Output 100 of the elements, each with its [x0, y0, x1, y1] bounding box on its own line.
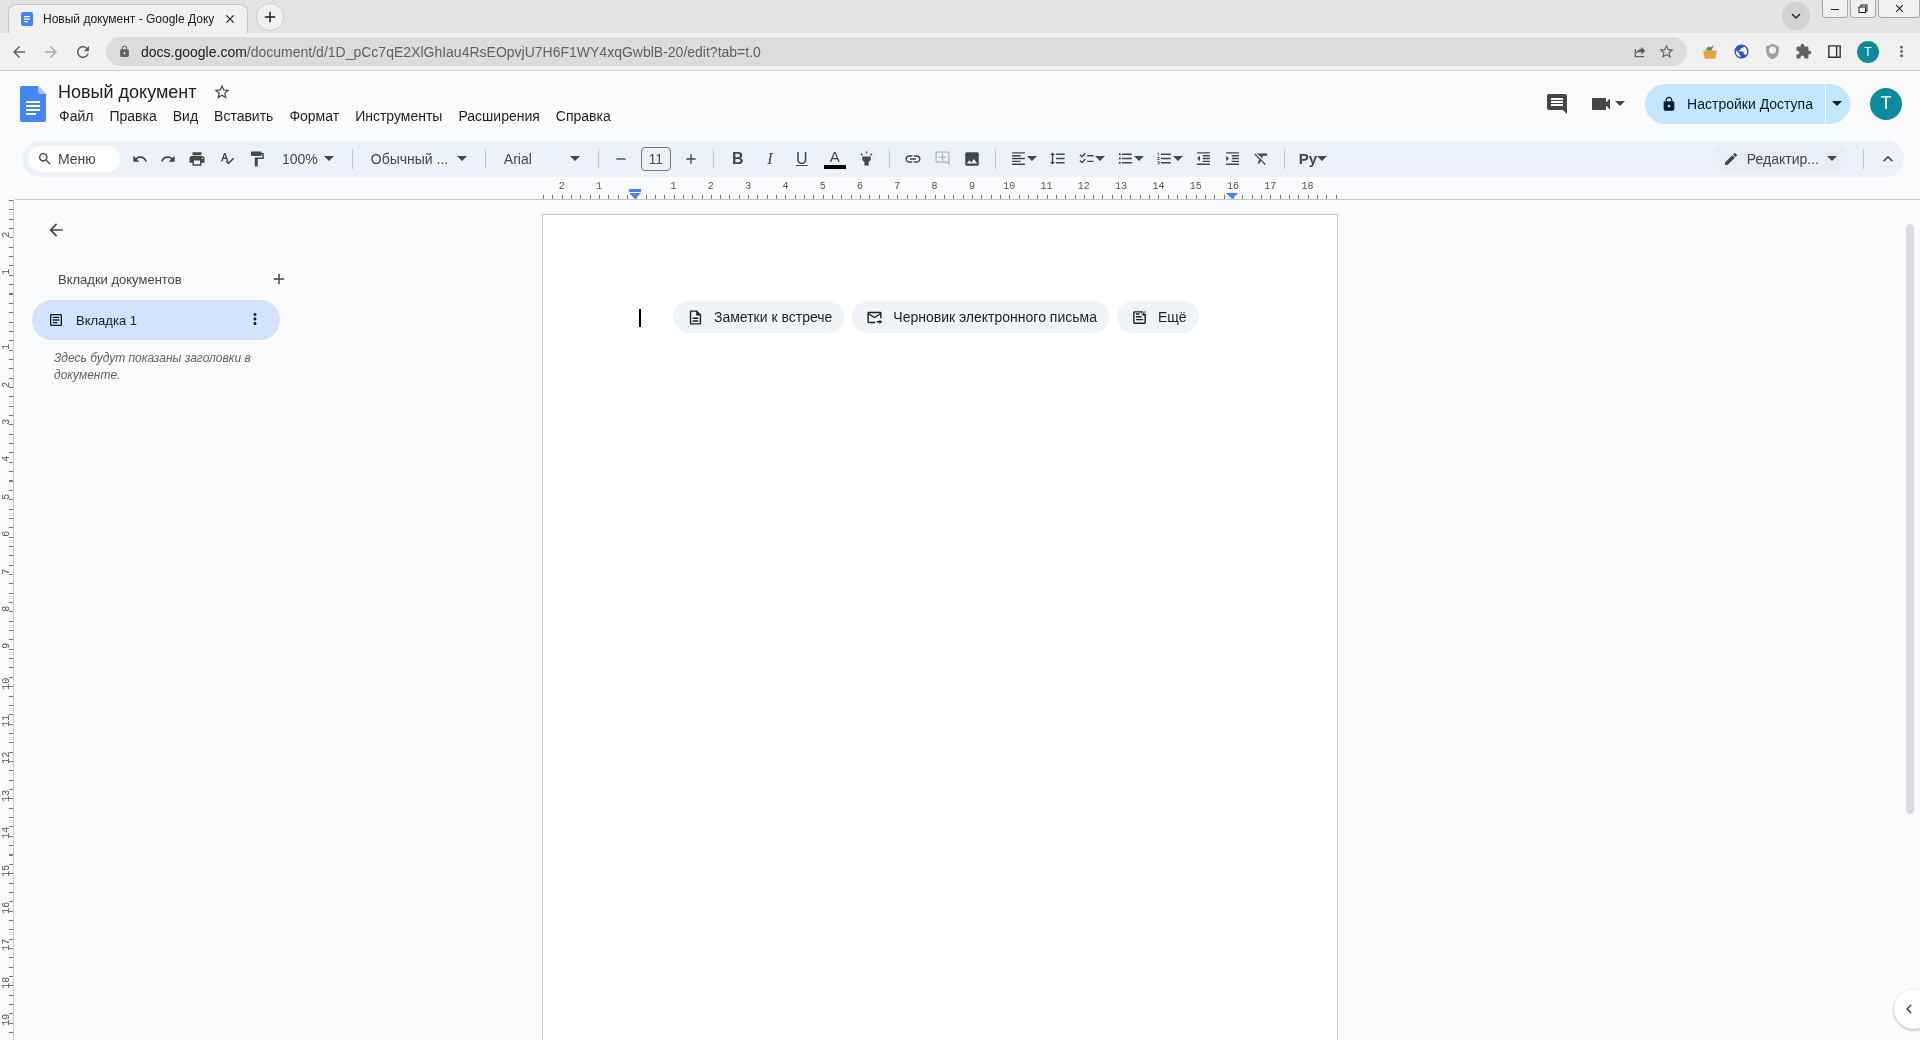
caret-icon: [1832, 101, 1842, 106]
ruler-number: 3: [745, 181, 752, 193]
docs-logo-icon[interactable]: [20, 85, 46, 122]
ruler-number: 7: [0, 567, 13, 577]
zoom-dropdown[interactable]: 100%: [278, 150, 338, 167]
ruler-number: 4: [0, 455, 13, 465]
document-icon: [48, 312, 64, 328]
template-chip[interactable]: Заметки к встрече: [673, 301, 845, 333]
document-page[interactable]: Заметки к встрече Черновик электронного письма Ещё: [542, 214, 1338, 1040]
text-color-button[interactable]: A: [823, 148, 846, 169]
ruler-number: 11: [0, 714, 13, 728]
ruler-number: 12: [1077, 181, 1090, 193]
ruler-number: 16: [1227, 181, 1239, 193]
menu-item[interactable]: Вставить: [206, 105, 282, 126]
menu-item[interactable]: Файл: [58, 105, 102, 126]
restore-button[interactable]: [1850, 0, 1876, 18]
outline-hint: Здесь будут показаны заголовки в документе.: [54, 350, 252, 384]
caret-icon: [1172, 156, 1183, 161]
document-tab[interactable]: Вкладка 1: [32, 300, 280, 340]
bold-button[interactable]: B: [727, 149, 748, 168]
ruler-number: 17: [1264, 181, 1277, 193]
profile-avatar[interactable]: T: [1857, 40, 1879, 63]
puzzle-icon[interactable]: [1795, 43, 1812, 60]
ruler-number: 17: [0, 938, 13, 952]
menu-item[interactable]: Формат: [281, 105, 348, 126]
account-avatar[interactable]: T: [1870, 87, 1902, 120]
caret-icon: [456, 156, 467, 161]
right-indent-marker[interactable]: [1226, 193, 1238, 199]
horizontal-ruler[interactable]: 2 1 1 2 3 4 5 6 7 8 9 10 11 12 13 14 15 16 17 18: [543, 181, 1339, 199]
ruler-number: 6: [857, 181, 864, 193]
restore-icon[interactable]: [1857, 2, 1869, 15]
side-panel-icon[interactable]: [1826, 43, 1843, 60]
tabs-heading: Вкладки документов: [58, 271, 182, 287]
outdent-icon[interactable]: [1194, 150, 1212, 167]
new-tab-button[interactable]: [256, 3, 284, 31]
caret-icon: [1133, 156, 1144, 161]
numbered-list-dropdown[interactable]: [1155, 150, 1183, 167]
extension-drawing[interactable]: [1701, 42, 1719, 61]
scrollbar[interactable]: [1906, 224, 1914, 814]
caret-icon: [1094, 156, 1105, 161]
ruler-number: 19: [0, 1013, 13, 1027]
menu-item[interactable]: Вид: [164, 105, 207, 126]
ruler-number: 5: [819, 181, 826, 193]
ruler-number: 15: [0, 863, 13, 877]
image-icon[interactable]: [962, 149, 981, 168]
ruler-number: 10: [0, 676, 13, 690]
document-title[interactable]: Новый документ: [58, 81, 197, 103]
underline-button[interactable]: U: [791, 149, 812, 168]
align-dropdown[interactable]: [1009, 150, 1037, 167]
caret-icon: [569, 156, 580, 161]
template-chip[interactable]: Черновик электронного письма: [852, 301, 1109, 333]
ruler-number: 2: [707, 181, 714, 193]
ruler-number: 16: [0, 901, 13, 915]
ruler-number: 5: [0, 492, 13, 502]
input-tools-dropdown[interactable]: Pу: [1298, 150, 1328, 167]
ruler-number: 10: [1003, 181, 1016, 193]
menu-item[interactable]: Правка: [101, 105, 165, 126]
caret-icon: [323, 156, 334, 161]
pencil-icon: [1722, 150, 1739, 167]
print-icon[interactable]: [188, 149, 206, 168]
ruler-number: 3: [0, 417, 13, 427]
url-text: docs.google.com/document/d/1D_pCc7qE2XlGhIau4RsEOpvjU7H6F1WY4xqGwblB-20/edit?tab=t.0: [141, 43, 762, 60]
star-icon[interactable]: [1658, 43, 1675, 60]
ruler-number: 4: [782, 181, 789, 193]
ruler-number: 1: [595, 181, 602, 193]
editing-mode-dropdown[interactable]: Редактир...: [1710, 143, 1849, 174]
paint-roller-icon[interactable]: [248, 149, 266, 168]
bulleted-list-dropdown[interactable]: [1116, 150, 1144, 167]
text-cursor: [639, 309, 641, 327]
font-dropdown[interactable]: Arial: [499, 150, 584, 167]
indent-icon[interactable]: [1223, 150, 1241, 167]
close-icon[interactable]: [223, 12, 237, 26]
bulleted-list-icon: [1116, 150, 1134, 167]
menu-item[interactable]: Справка: [547, 105, 619, 126]
left-indent-marker[interactable]: [629, 189, 641, 199]
style-dropdown[interactable]: Обычный ...: [366, 150, 471, 167]
ruler-number: 1: [0, 342, 13, 352]
ruler-number: 14: [1152, 181, 1165, 193]
star-icon[interactable]: [212, 83, 231, 101]
ruler-number: 18: [1301, 181, 1314, 193]
ruler-number: 13: [1115, 181, 1128, 193]
font-size-field[interactable]: 11: [640, 146, 671, 171]
italic-button[interactable]: I: [759, 149, 780, 168]
ruler-number: 2: [0, 380, 13, 390]
menu-search-field[interactable]: Меню: [28, 145, 120, 172]
tab-search-button[interactable]: [1782, 2, 1810, 30]
search-icon: [37, 150, 53, 167]
template-chip[interactable]: Ещё: [1116, 301, 1199, 333]
ruler-number: 14: [0, 826, 13, 840]
menu-item[interactable]: Расширения: [450, 105, 548, 126]
browser-tab[interactable]: Новый документ - Google Доку: [8, 4, 248, 33]
ruler-number: 12: [0, 751, 13, 765]
ruler-number: 9: [968, 181, 975, 193]
document-icon: [687, 308, 704, 326]
line-spacing-icon[interactable]: [1048, 150, 1066, 167]
address-bar[interactable]: docs.google.com/document/d/1D_pCc7qE2XlGhIau4RsEOpvjU7H6F1WY4xqGwblB-20/edit?tab=t.0: [106, 37, 1687, 66]
globe-icon[interactable]: [1733, 43, 1750, 60]
numbered-list-icon: [1155, 150, 1173, 167]
menu-item[interactable]: Инструменты: [347, 105, 451, 126]
comment-icon[interactable]: [1545, 91, 1570, 116]
